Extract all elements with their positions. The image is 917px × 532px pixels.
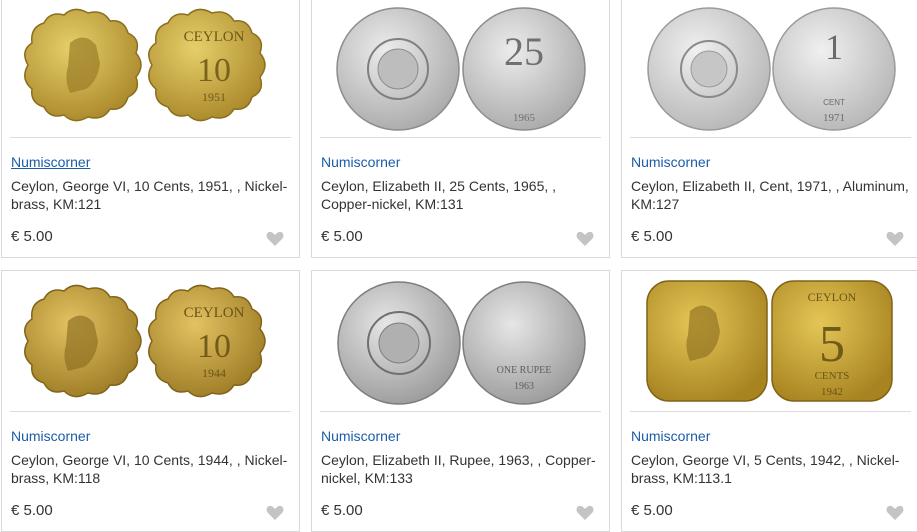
- price: € 5.00: [321, 502, 363, 519]
- seller-link[interactable]: Numiscorner: [11, 428, 90, 444]
- product-card[interactable]: CEYLON 10 1944 Numiscorner Ceylon, Georg…: [1, 270, 300, 532]
- product-title[interactable]: Ceylon, George VI, 5 Cents, 1942, , Nick…: [631, 451, 909, 487]
- svg-text:ONE RUPEE: ONE RUPEE: [497, 365, 552, 376]
- seller-link[interactable]: Numiscorner: [11, 154, 90, 170]
- divider: [320, 411, 601, 412]
- product-title[interactable]: Ceylon, Elizabeth II, Rupee, 1963, , Cop…: [321, 451, 599, 487]
- product-card[interactable]: CEYLON 5 CENTS 1942 Numiscorner Ceylon, …: [621, 270, 917, 532]
- product-card[interactable]: 25 1965 Numiscorner Ceylon, Elizabeth II…: [311, 0, 610, 258]
- price: € 5.00: [11, 502, 53, 519]
- heart-icon[interactable]: [266, 231, 284, 247]
- svg-text:5: 5: [819, 316, 845, 373]
- svg-text:1: 1: [825, 27, 843, 67]
- svg-text:1963: 1963: [514, 381, 534, 392]
- coin-image[interactable]: CEYLON 10 1951: [2, 0, 299, 131]
- coin-image[interactable]: ONE RUPEE 1963: [312, 271, 609, 405]
- heart-icon[interactable]: [266, 505, 284, 521]
- svg-text:25: 25: [504, 29, 544, 74]
- svg-text:1971: 1971: [823, 112, 845, 124]
- heart-icon[interactable]: [576, 505, 594, 521]
- divider: [10, 411, 291, 412]
- divider: [320, 137, 601, 138]
- svg-text:1942: 1942: [821, 386, 843, 398]
- divider: [630, 411, 911, 412]
- svg-text:CENTS: CENTS: [815, 370, 850, 382]
- heart-icon[interactable]: [886, 231, 904, 247]
- product-title[interactable]: Ceylon, George VI, 10 Cents, 1951, , Nic…: [11, 177, 289, 213]
- seller-link[interactable]: Numiscorner: [321, 428, 400, 444]
- divider: [10, 137, 291, 138]
- seller-link[interactable]: Numiscorner: [631, 428, 710, 444]
- svg-text:1944: 1944: [202, 366, 226, 380]
- product-card[interactable]: CEYLON 10 1951 Numiscorner Ceylon, Georg…: [1, 0, 300, 258]
- coin-image[interactable]: 25 1965: [312, 0, 609, 131]
- svg-text:1965: 1965: [513, 112, 536, 124]
- seller-link[interactable]: Numiscorner: [631, 154, 710, 170]
- svg-text:1951: 1951: [202, 90, 226, 104]
- price: € 5.00: [321, 228, 363, 245]
- svg-text:10: 10: [197, 328, 231, 365]
- product-title[interactable]: Ceylon, George VI, 10 Cents, 1944, , Nic…: [11, 451, 289, 487]
- seller-link[interactable]: Numiscorner: [321, 154, 400, 170]
- svg-text:CEYLON: CEYLON: [808, 290, 857, 304]
- price: € 5.00: [631, 502, 673, 519]
- svg-text:CENT: CENT: [823, 98, 845, 107]
- svg-text:10: 10: [197, 52, 231, 89]
- coin-image[interactable]: 1 CENT 1971: [622, 0, 917, 131]
- coin-image[interactable]: CEYLON 5 CENTS 1942: [622, 271, 917, 405]
- divider: [630, 137, 911, 138]
- heart-icon[interactable]: [886, 505, 904, 521]
- svg-text:CEYLON: CEYLON: [184, 305, 245, 321]
- coin-image[interactable]: CEYLON 10 1944: [2, 271, 299, 405]
- svg-text:CEYLON: CEYLON: [184, 29, 245, 45]
- price: € 5.00: [631, 228, 673, 245]
- product-title[interactable]: Ceylon, Elizabeth II, 25 Cents, 1965, , …: [321, 177, 599, 213]
- product-card[interactable]: ONE RUPEE 1963 Numiscorner Ceylon, Eliza…: [311, 270, 610, 532]
- product-card[interactable]: 1 CENT 1971 Numiscorner Ceylon, Elizabet…: [621, 0, 917, 258]
- heart-icon[interactable]: [576, 231, 594, 247]
- price: € 5.00: [11, 228, 53, 245]
- product-title[interactable]: Ceylon, Elizabeth II, Cent, 1971, , Alum…: [631, 177, 909, 213]
